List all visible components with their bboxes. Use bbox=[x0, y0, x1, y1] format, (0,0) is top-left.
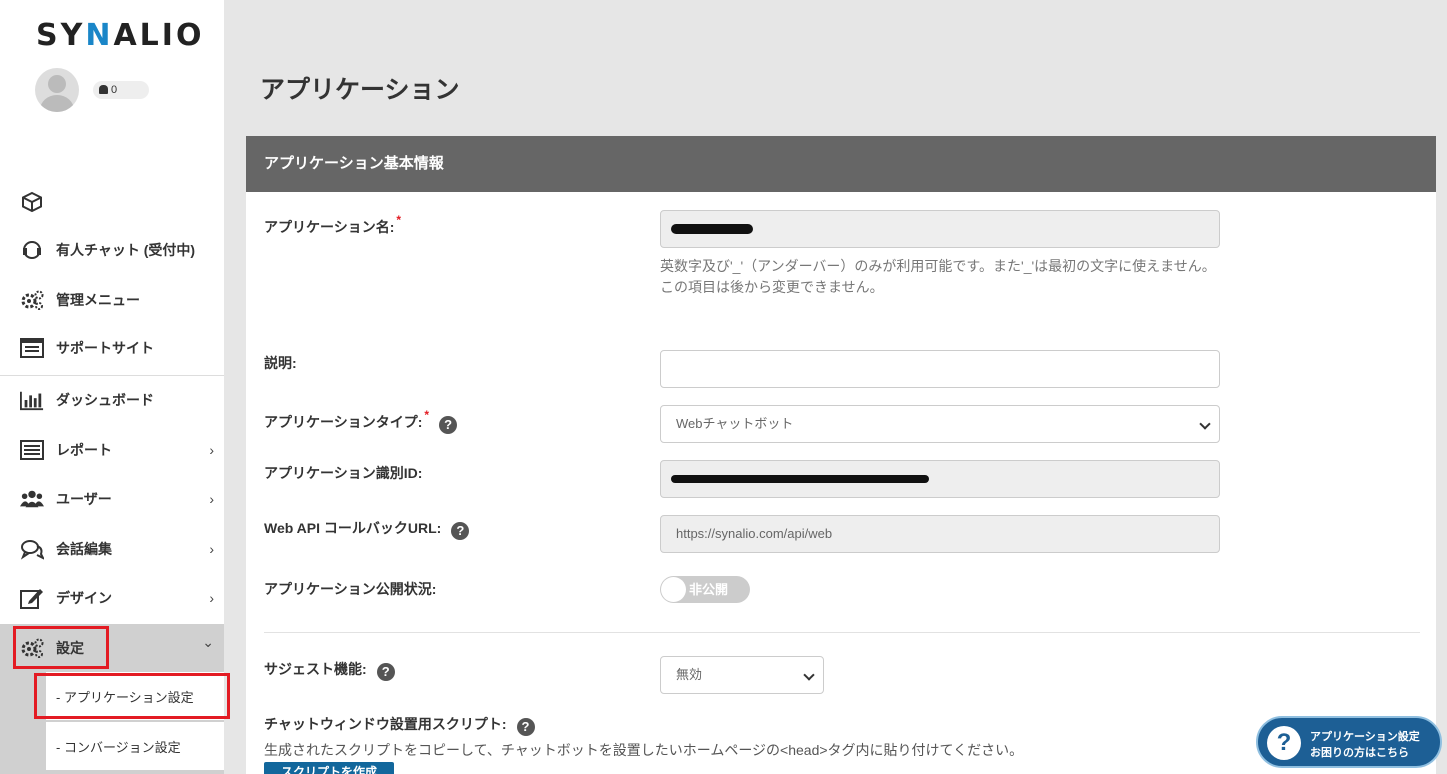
chevron-right-icon: › bbox=[209, 590, 214, 606]
redaction-mark bbox=[671, 224, 753, 234]
script-description: 生成されたスクリプトをコピーして、チャットボットを設置したいホームページの<he… bbox=[264, 742, 1024, 758]
window-icon bbox=[20, 336, 44, 360]
sidebar-item-label: レポート bbox=[56, 442, 112, 458]
help-icon[interactable]: ? bbox=[376, 663, 395, 681]
sidebar-item-support-site[interactable]: サポートサイト bbox=[0, 324, 224, 372]
synalio-logo[interactable]: SYNALIO bbox=[36, 18, 204, 53]
toggle-knob bbox=[661, 577, 686, 602]
sidebar-item-label: 管理メニュー bbox=[56, 292, 140, 308]
app-type-label: アプリケーションタイプ: *? bbox=[264, 408, 458, 434]
webapi-url-field: https://synalio.com/api/web bbox=[660, 515, 1220, 553]
chevron-down-icon bbox=[1199, 418, 1211, 430]
sidebar-item-label: 会話編集 bbox=[56, 541, 112, 557]
sidebar-item-label: ダッシュボード bbox=[56, 392, 154, 408]
required-mark: * bbox=[424, 408, 430, 422]
basic-info-panel: アプリケーション基本情報 アプリケーション名: * 英数字及び'_'（アンダーバー… bbox=[246, 136, 1436, 774]
sidebar-item-design[interactable]: デザイン › bbox=[0, 574, 224, 622]
help-icon[interactable]: ? bbox=[451, 522, 470, 540]
sidebar-item-label: デザイン bbox=[56, 590, 112, 606]
app-name-field bbox=[660, 210, 1220, 248]
toggle-text: 非公開 bbox=[689, 582, 729, 597]
notification-count: 0 bbox=[111, 84, 118, 96]
app-type-select[interactable]: Webチャットボット bbox=[660, 405, 1220, 443]
question-icon: ? bbox=[1267, 726, 1301, 760]
description-input[interactable] bbox=[660, 350, 1220, 388]
page-title: アプリケーション bbox=[260, 76, 460, 104]
create-script-button[interactable]: スクリプトを作成 bbox=[264, 762, 394, 774]
suggest-label: サジェスト機能:? bbox=[264, 659, 395, 681]
gears-icon bbox=[20, 288, 44, 312]
app-name-help: 英数字及び'_'（アンダーバー）のみが利用可能です。また'_'は最初の文字に使え… bbox=[660, 258, 1216, 295]
sidebar-item-label: ユーザー bbox=[56, 491, 112, 507]
box-icon bbox=[20, 190, 44, 214]
users-icon bbox=[20, 487, 44, 511]
settings-highlight-box bbox=[13, 626, 109, 669]
section-divider bbox=[264, 632, 1420, 633]
sidebar-item-admin-menu[interactable]: 管理メニュー bbox=[0, 276, 224, 324]
headset-icon bbox=[20, 238, 44, 262]
chat-icon bbox=[20, 537, 44, 561]
panel-header: アプリケーション基本情報 bbox=[246, 136, 1436, 192]
sidebar: SYNALIO 0 有人チャット (受付中) 管理メニュー サポートサイト ダッ… bbox=[0, 0, 230, 774]
publish-status-label: アプリケーション公開状況: bbox=[264, 581, 437, 597]
chevron-right-icon: › bbox=[209, 442, 214, 458]
script-label: チャットウィンドウ設置用スクリプト:? bbox=[264, 714, 535, 736]
submenu-item-conversion-settings[interactable]: - コンバージョン設定 bbox=[46, 722, 224, 770]
chevron-down-icon bbox=[803, 669, 815, 681]
redaction-mark bbox=[671, 475, 929, 483]
help-icon[interactable]: ? bbox=[516, 718, 535, 736]
list-icon bbox=[20, 438, 44, 462]
publish-toggle[interactable]: 非公開 bbox=[660, 576, 750, 603]
sidebar-item-report[interactable]: レポート › bbox=[0, 426, 224, 474]
app-id-label: アプリケーション識別ID: bbox=[264, 465, 423, 481]
required-mark: * bbox=[396, 213, 402, 227]
sidebar-item-users[interactable]: ユーザー › bbox=[0, 475, 224, 523]
help-icon[interactable]: ? bbox=[439, 416, 458, 434]
app-name-label: アプリケーション名: * bbox=[264, 213, 402, 235]
bell-icon bbox=[99, 85, 108, 94]
chevron-right-icon: › bbox=[209, 541, 214, 557]
floating-help-line2: お困りの方はこちら bbox=[1310, 747, 1409, 759]
sidebar-item-conversation-edit[interactable]: 会話編集 › bbox=[0, 525, 224, 573]
suggest-select[interactable]: 無効 bbox=[660, 656, 824, 694]
notification-badge[interactable]: 0 bbox=[93, 81, 149, 99]
application-settings-highlight-box bbox=[34, 673, 230, 719]
description-label: 説明: bbox=[264, 355, 297, 371]
sidebar-item-dashboard[interactable]: ダッシュボード bbox=[0, 376, 224, 424]
chevron-down-icon: ⌄ bbox=[202, 634, 214, 650]
floating-help-button[interactable]: ? アプリケーション設定 お困りの方はこちら bbox=[1256, 716, 1442, 768]
app-id-field bbox=[660, 460, 1220, 498]
webapi-label: Web API コールバックURL:? bbox=[264, 518, 470, 540]
sidebar-item-live-chat[interactable]: 有人チャット (受付中) bbox=[0, 226, 224, 274]
sidebar-item-home[interactable] bbox=[0, 178, 224, 226]
floating-help-line1: アプリケーション設定 bbox=[1310, 731, 1420, 743]
bar-chart-icon bbox=[20, 388, 44, 412]
sidebar-item-label: サポートサイト bbox=[56, 340, 154, 356]
avatar[interactable] bbox=[35, 68, 79, 112]
edit-icon bbox=[20, 586, 44, 610]
chevron-right-icon: › bbox=[209, 491, 214, 507]
sidebar-item-label: 有人チャット (受付中) bbox=[56, 242, 196, 258]
